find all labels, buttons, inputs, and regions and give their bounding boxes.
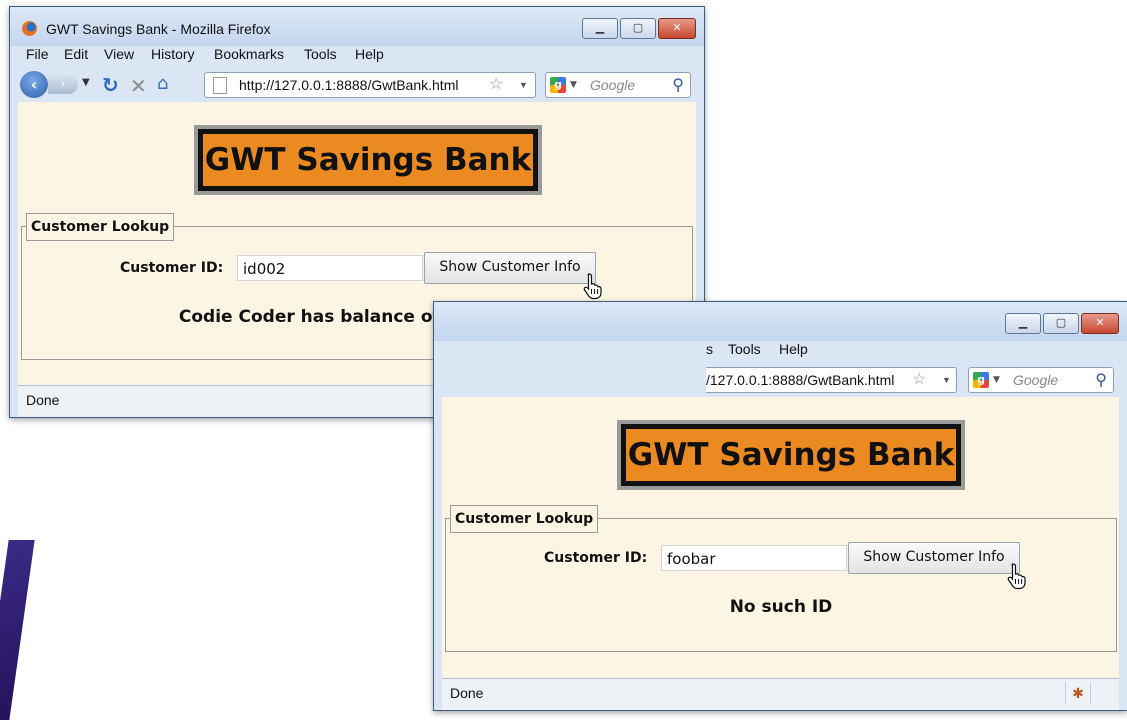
menu-help[interactable]: Help <box>355 46 384 62</box>
bank-title: GWT Savings Bank <box>617 420 965 490</box>
menu-bookmarks[interactable]: Bookmarks <box>214 46 284 62</box>
star-icon[interactable]: ☆ <box>912 368 926 392</box>
lookup-result: No such ID <box>729 597 833 617</box>
close-icon: ✕ <box>1095 316 1105 329</box>
search-icon[interactable]: ⚲ <box>672 75 684 94</box>
google-icon[interactable]: g <box>550 77 566 93</box>
menu-partial[interactable]: s <box>706 341 713 357</box>
search-placeholder: Google <box>1013 372 1059 388</box>
star-icon[interactable]: ☆ <box>489 73 503 97</box>
slide-decoration <box>0 540 35 720</box>
menu-bar: s Tools Help <box>444 341 1117 362</box>
status-bar: Done ✱ <box>442 678 1119 710</box>
status-text: Done <box>26 392 60 408</box>
minimize-icon: ▁ <box>1018 316 1028 329</box>
maximize-button[interactable]: ▢ <box>620 18 656 39</box>
close-button[interactable]: ✕ <box>658 18 696 39</box>
reload-icon[interactable]: ↻ <box>102 73 119 97</box>
menu-help[interactable]: Help <box>779 341 808 357</box>
bank-title: GWT Savings Bank <box>194 125 542 195</box>
engine-dropdown-icon[interactable]: ▼ <box>993 368 1000 392</box>
page-content: GWT Savings Bank Customer Lookup Custome… <box>442 397 1119 679</box>
show-customer-info-button[interactable]: Show Customer Info <box>424 252 596 284</box>
close-button[interactable]: ✕ <box>1081 313 1119 334</box>
minimize-icon: ▁ <box>595 21 605 34</box>
window-title: GWT Savings Bank - Mozilla Firefox <box>46 21 271 37</box>
navigation-toolbar: /127.0.0.1:8888/GwtBank.html ☆ ▼ g ▼ Goo… <box>444 362 1117 396</box>
minimize-button[interactable]: ▁ <box>582 18 618 39</box>
url-bar[interactable]: /127.0.0.1:8888/GwtBank.html ☆ ▼ <box>706 367 957 393</box>
search-icon[interactable]: ⚲ <box>1095 370 1107 389</box>
hand-cursor-icon <box>583 273 602 300</box>
title-bar: ▁ ▢ ✕ <box>434 302 1127 341</box>
menu-tools[interactable]: Tools <box>304 46 337 62</box>
home-icon[interactable]: ⌂ <box>157 73 168 94</box>
menu-history[interactable]: History <box>151 46 195 62</box>
page-icon <box>213 77 227 94</box>
search-bar[interactable]: g ▼ Google ⚲ <box>968 367 1114 393</box>
customer-id-label: Customer ID: <box>120 260 224 276</box>
customer-id-label: Customer ID: <box>544 550 648 566</box>
engine-dropdown-icon[interactable]: ▼ <box>570 73 577 97</box>
url-text: http://127.0.0.1:8888/GwtBank.html <box>239 77 459 93</box>
title-bar: GWT Savings Bank - Mozilla Firefox ▁ ▢ ✕ <box>10 7 704 46</box>
url-bar[interactable]: http://127.0.0.1:8888/GwtBank.html ☆ ▼ <box>204 72 536 98</box>
customer-id-input[interactable]: id002 <box>237 255 423 281</box>
close-icon: ✕ <box>672 21 682 34</box>
google-icon[interactable]: g <box>973 372 989 388</box>
forward-icon[interactable]: › <box>48 75 78 94</box>
customer-id-input[interactable]: foobar <box>661 545 847 571</box>
minimize-button[interactable]: ▁ <box>1005 313 1041 334</box>
panel-legend: Customer Lookup <box>26 213 175 241</box>
menu-file[interactable]: File <box>26 46 49 62</box>
navigation-toolbar: ‹ › ▼ ↻ ✕ ⌂ http://127.0.0.1:8888/GwtBan… <box>20 67 694 101</box>
url-dropdown-icon[interactable]: ▼ <box>942 368 951 392</box>
firefox-icon <box>22 21 37 36</box>
window-controls: ▁ ▢ ✕ <box>1003 313 1119 334</box>
bug-icon[interactable]: ✱ <box>1065 682 1091 704</box>
window-controls: ▁ ▢ ✕ <box>580 18 696 39</box>
browser-window-2: ▁ ▢ ✕ s Tools Help /127.0.0.1:8888/GwtBa… <box>433 301 1127 711</box>
show-customer-info-button[interactable]: Show Customer Info <box>848 542 1020 574</box>
panel-legend: Customer Lookup <box>450 505 599 533</box>
maximize-icon: ▢ <box>1055 316 1067 329</box>
back-icon[interactable]: ‹ <box>20 71 48 98</box>
menu-view[interactable]: View <box>104 46 134 62</box>
status-text: Done <box>450 685 484 701</box>
maximize-icon: ▢ <box>632 21 644 34</box>
url-text: /127.0.0.1:8888/GwtBank.html <box>706 372 895 388</box>
menu-tools[interactable]: Tools <box>728 341 761 357</box>
search-bar[interactable]: g ▼ Google ⚲ <box>545 72 691 98</box>
hand-cursor-icon <box>1007 563 1026 590</box>
url-dropdown-icon[interactable]: ▼ <box>519 73 528 97</box>
search-placeholder: Google <box>590 77 636 93</box>
menu-edit[interactable]: Edit <box>64 46 88 62</box>
stop-icon[interactable]: ✕ <box>130 74 147 98</box>
menu-bar: File Edit View History Bookmarks Tools H… <box>20 46 694 67</box>
history-dropdown-icon[interactable]: ▼ <box>82 77 90 88</box>
maximize-button[interactable]: ▢ <box>1043 313 1079 334</box>
customer-lookup-panel: Customer Lookup Customer ID: foobar Show… <box>445 505 1117 652</box>
